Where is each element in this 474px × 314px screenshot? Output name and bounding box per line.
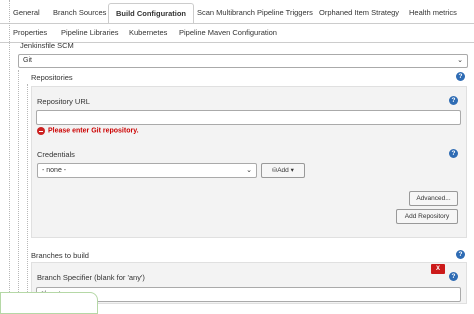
scm-selected-value: Git bbox=[23, 57, 32, 64]
tab-kubernetes[interactable]: Kubernetes bbox=[122, 23, 174, 42]
repository-url-error: Please enter Git repository. bbox=[37, 126, 139, 138]
indent-guide bbox=[18, 70, 20, 304]
tab-general[interactable]: General bbox=[6, 3, 47, 23]
tab-health-metrics[interactable]: Health metrics bbox=[402, 3, 464, 23]
repositories-title: Repositories bbox=[31, 73, 73, 82]
delete-branch-button[interactable]: X bbox=[431, 264, 445, 274]
branch-specifier-label: Branch Specifier (blank for 'any') bbox=[37, 273, 145, 282]
advanced-button[interactable]: Advanced... bbox=[409, 191, 458, 206]
repository-url-input[interactable] bbox=[36, 110, 461, 125]
add-credentials-label: Add bbox=[277, 167, 289, 174]
tab-branch-sources[interactable]: Branch Sources bbox=[46, 3, 113, 23]
help-icon[interactable]: ? bbox=[449, 272, 458, 281]
chevron-down-icon: ⌄ bbox=[457, 57, 463, 64]
help-icon[interactable]: ? bbox=[449, 96, 458, 105]
tab-bar-secondary: Properties Pipeline Libraries Kubernetes… bbox=[0, 23, 474, 42]
error-message: Please enter Git repository. bbox=[48, 127, 139, 135]
credentials-label: Credentials bbox=[37, 150, 75, 159]
credentials-selected-value: - none - bbox=[42, 167, 67, 174]
credentials-select[interactable]: - none - ⌄ bbox=[37, 163, 257, 178]
help-icon[interactable]: ? bbox=[449, 149, 458, 158]
add-credentials-button[interactable]: ⛁Add ▾ bbox=[261, 163, 305, 178]
caret-down-icon: ▾ bbox=[288, 167, 294, 174]
tab-build-configuration[interactable]: Build Configuration bbox=[108, 3, 194, 23]
branches-title: Branches to build bbox=[31, 251, 89, 260]
tab-pipeline-libraries[interactable]: Pipeline Libraries bbox=[54, 23, 126, 42]
error-icon bbox=[37, 127, 45, 136]
tab-pipeline-maven-configuration[interactable]: Pipeline Maven Configuration bbox=[172, 23, 284, 42]
add-repository-button[interactable]: Add Repository bbox=[396, 209, 458, 224]
tab-scan-triggers[interactable]: Scan Multibranch Pipeline Triggers bbox=[190, 3, 320, 23]
repository-url-label: Repository URL bbox=[37, 97, 90, 106]
chevron-down-icon: ⌄ bbox=[246, 167, 252, 174]
bottom-left-overlay bbox=[0, 292, 98, 314]
indent-guide bbox=[9, 0, 11, 304]
help-icon[interactable]: ? bbox=[456, 250, 465, 259]
scm-section-label: Jenkinsfile SCM bbox=[20, 41, 74, 50]
scm-select[interactable]: Git ⌄ bbox=[18, 54, 468, 68]
help-icon[interactable]: ? bbox=[456, 72, 465, 81]
tab-properties[interactable]: Properties bbox=[6, 23, 54, 42]
branch-specifier-input[interactable]: */master bbox=[36, 287, 461, 302]
tab-bar-primary: General Branch Sources Build Configurati… bbox=[0, 0, 474, 25]
indent-guide bbox=[27, 84, 29, 304]
tab-orphaned-item-strategy[interactable]: Orphaned Item Strategy bbox=[312, 3, 406, 23]
